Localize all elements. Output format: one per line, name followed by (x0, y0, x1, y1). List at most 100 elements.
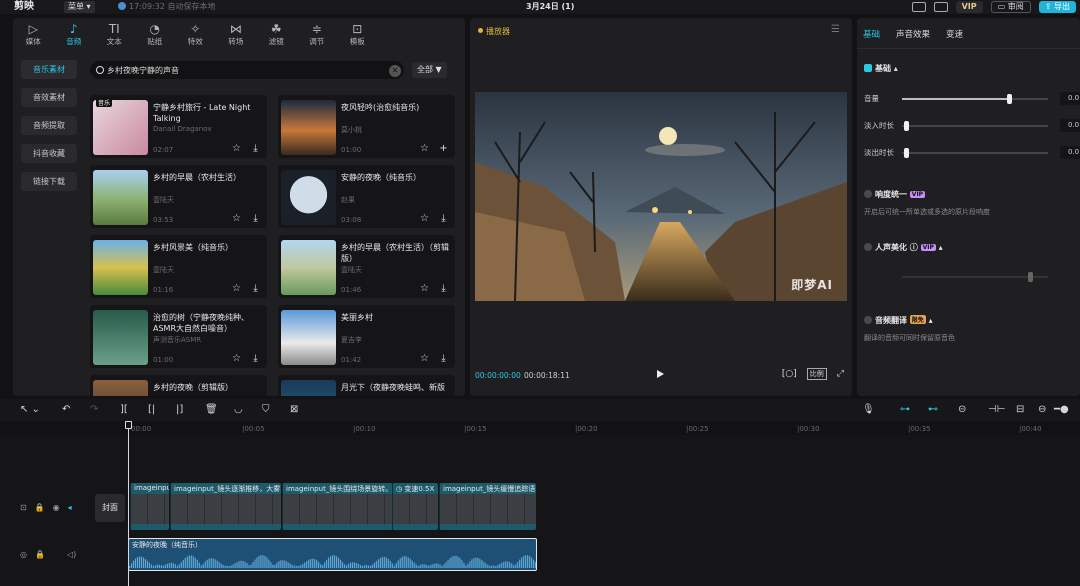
fade-out-knob[interactable] (904, 148, 909, 158)
volume-slider[interactable] (902, 94, 1048, 104)
tab-template[interactable]: ⊡ 模板 (337, 18, 378, 50)
video-clip[interactable]: imageinput_镜头缓慢追踪语 (439, 483, 536, 530)
favorite-icon[interactable]: ☆ (232, 213, 243, 224)
toggle-icon[interactable] (864, 316, 872, 324)
play-icon[interactable] (657, 370, 664, 378)
tab-transition[interactable]: ⋈ 转场 (216, 18, 257, 50)
checkbox-icon[interactable] (864, 64, 872, 72)
toggle-icon[interactable] (864, 190, 872, 198)
layout-icon[interactable] (933, 2, 948, 12)
video-clip[interactable]: imageinput_镜头围绕场景旋转。 (282, 483, 393, 530)
clear-search-icon[interactable]: ✕ (389, 65, 401, 77)
track-icon[interactable]: ⊡ (20, 503, 27, 512)
playhead-handle[interactable] (125, 421, 132, 429)
keyboard-icon[interactable] (911, 2, 926, 12)
link-icon[interactable]: ⊝ (958, 404, 966, 416)
side-nav-item[interactable]: 音效素材 (21, 88, 77, 107)
preview-axis-icon[interactable]: ⊟ (1016, 404, 1024, 416)
favorite-icon[interactable]: ☆ (232, 283, 243, 294)
side-nav-item[interactable]: 抖音收藏 (21, 144, 77, 163)
audio-icon[interactable]: ◂ (68, 503, 72, 512)
ratio-button[interactable]: 比例 (806, 368, 827, 380)
screenshot-icon[interactable]: [○] (782, 369, 797, 379)
download-icon[interactable]: ⤓ (438, 353, 449, 364)
video-clip[interactable]: imageinput (130, 483, 169, 530)
section-basic[interactable]: 基础 ▴ (864, 63, 898, 74)
music-card[interactable]: 乡村的早晨（农村生活）（剪辑版） 壹陆天 01:46 ☆ ⤓ (278, 235, 455, 298)
favorite-icon[interactable]: ☆ (420, 283, 431, 294)
split-left-icon[interactable]: [| (148, 404, 155, 416)
filter-button[interactable]: 全部 ▼ (412, 62, 447, 78)
section-voice-beautify[interactable]: 人声美化 ⓘ VIP ▴ (864, 242, 943, 253)
shield-icon[interactable]: ⛉ (262, 404, 270, 416)
tab-speed[interactable]: 变速 (946, 28, 963, 40)
playhead[interactable] (128, 423, 129, 586)
tab-sound-effect[interactable]: 声音效果 (896, 28, 930, 40)
section-loudness[interactable]: 响度统一 VIP (864, 189, 926, 200)
tab-basic[interactable]: 基础 (863, 28, 880, 40)
review-button[interactable]: ▭ 审阅 (990, 1, 1031, 13)
zoom-out-icon[interactable]: ⊖ (1038, 404, 1046, 416)
zoom-slider[interactable]: ━● (1054, 404, 1069, 416)
download-icon[interactable]: ⤓ (438, 213, 449, 224)
music-card[interactable]: 夜风轻吟(治愈纯音乐) 莫小桃 01:00 ☆ + (278, 95, 455, 158)
favorite-icon[interactable]: ☆ (420, 143, 431, 154)
download-icon[interactable]: ⤓ (438, 283, 449, 294)
menu-icon[interactable]: ☰ (831, 24, 840, 35)
menu-button[interactable]: 菜单 ▾ (64, 1, 95, 13)
tab-adjust[interactable]: ≑ 调节 (297, 18, 338, 50)
add-icon[interactable]: + (438, 143, 449, 154)
eye-icon[interactable]: ◉ (53, 503, 60, 512)
speaker-icon[interactable]: ◁) (67, 550, 76, 559)
tab-text[interactable]: TI 文本 (94, 18, 135, 50)
redo-icon[interactable]: ↷ (90, 404, 98, 416)
audio-track-icon[interactable]: ◎ (20, 550, 27, 559)
music-card[interactable]: 音乐 宁静乡村旅行 - Late Night Talking Danail Drag… (90, 95, 267, 158)
video-clip[interactable]: imageinput_镜头逐渐推移，大雾 (170, 483, 281, 530)
music-card[interactable]: 安静的夜晚（纯音乐） 赵果 03:08 ☆ ⤓ (278, 165, 455, 228)
music-card[interactable]: 美丽乡村 夏吉李 01:42 ☆ ⤓ (278, 305, 455, 368)
align-icon[interactable]: ⊣⊢ (988, 404, 1005, 416)
lock-icon[interactable]: 🔒 (35, 550, 45, 559)
fullscreen-icon[interactable]: ⤢ (837, 369, 844, 379)
download-icon[interactable]: ⤓ (250, 353, 261, 364)
microphone-icon[interactable]: 🎙 (862, 404, 875, 416)
tab-filter[interactable]: ☘ 滤镜 (256, 18, 297, 50)
side-nav-item[interactable]: 音乐素材 (21, 60, 77, 79)
tab-music-note[interactable]: ♪ 音频 (54, 18, 95, 50)
music-card[interactable]: 月光下（夜静夜晚蛙鸣、新版 (278, 375, 455, 396)
vip-button[interactable]: VIP (955, 1, 983, 13)
music-card[interactable]: 乡村的夜晚（剪辑版） (90, 375, 267, 396)
fade-in-knob[interactable] (904, 121, 909, 131)
lock-icon[interactable]: 🔒 (35, 503, 45, 512)
toggle-icon[interactable] (864, 243, 872, 251)
tab-media[interactable]: ▷ 媒体 (13, 18, 54, 50)
download-icon[interactable]: ⤓ (250, 283, 261, 294)
tab-effects[interactable]: ✧ 特效 (175, 18, 216, 50)
music-card[interactable]: 治愈的树（宁静夜晚纯种、ASMR大自然白噪音） 声测音乐ASMR 01:00 ☆ ⤓ (90, 305, 267, 368)
fade-out-value[interactable]: 0.0 (1060, 146, 1080, 159)
linkage-icon[interactable]: ⊷ (928, 404, 938, 416)
side-nav-item[interactable]: 链接下载 (21, 172, 77, 191)
image-icon[interactable]: ⊠ (290, 404, 298, 416)
fade-in-value[interactable]: 0.0 (1060, 119, 1080, 132)
split-right-icon[interactable]: |] (176, 404, 183, 416)
music-card[interactable]: 乡村的早晨（农村生活） 壹陆天 03:53 ☆ ⤓ (90, 165, 267, 228)
audio-clip[interactable]: 安静的夜晚（纯音乐） (128, 538, 537, 571)
video-preview[interactable]: 即梦AI (475, 92, 847, 301)
undo-icon[interactable]: ↶ (62, 404, 70, 416)
fade-in-slider[interactable] (902, 121, 1048, 131)
favorite-icon[interactable]: ☆ (420, 213, 431, 224)
section-audio-translate[interactable]: 音频翻译 限免 ▴ (864, 315, 933, 326)
favorite-icon[interactable]: ☆ (420, 353, 431, 364)
time-ruler[interactable]: 00:00 |00:05 |00:10 |00:15 |00:20 |00:25 |00:3… (125, 421, 1080, 435)
video-clip[interactable]: ◷ 变速0.5X (392, 483, 438, 530)
split-icon[interactable]: ][ (120, 404, 128, 416)
music-card[interactable]: 乡村风景美（纯音乐） 壹陆天 01:16 ☆ ⤓ (90, 235, 267, 298)
volume-knob[interactable] (1006, 94, 1012, 104)
cover-button[interactable]: 封面 (95, 494, 125, 522)
side-nav-item[interactable]: 音频提取 (21, 116, 77, 135)
favorite-icon[interactable]: ☆ (232, 353, 243, 364)
select-tool-icon[interactable]: ↖ ⌄ (20, 404, 40, 416)
tab-sticker[interactable]: ◔ 贴纸 (135, 18, 176, 50)
